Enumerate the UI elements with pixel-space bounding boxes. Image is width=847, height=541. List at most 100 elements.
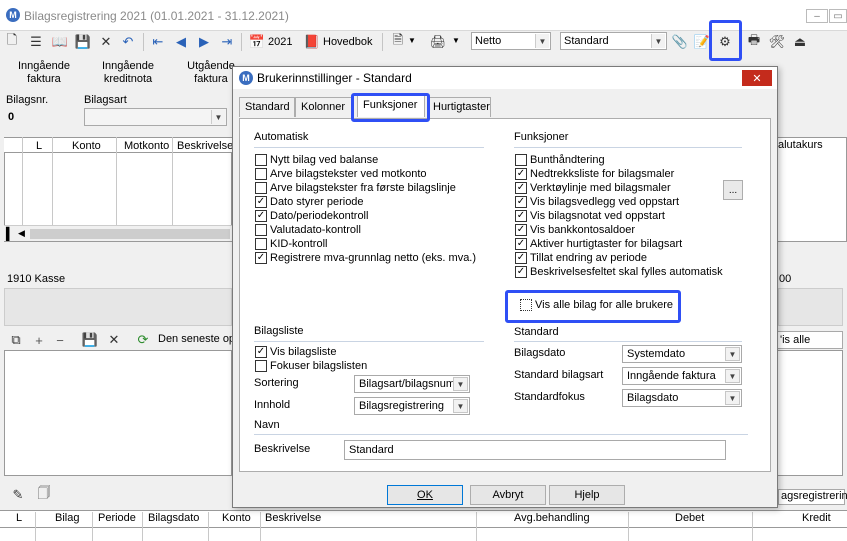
- voucher-list-right: [778, 350, 843, 476]
- tab-standard[interactable]: Standard: [239, 97, 295, 117]
- funksjoner-checkbox-5[interactable]: ✓ Vis bilagsnotat ved oppstart: [515, 210, 665, 222]
- avbryt-button[interactable]: Avbryt: [470, 485, 546, 505]
- info-panel-right: [778, 288, 843, 326]
- tab-kolonner[interactable]: Kolonner: [295, 97, 353, 117]
- add-row-icon[interactable]: ⧉: [8, 332, 24, 348]
- automatisk-heading: Automatisk: [254, 131, 309, 143]
- checkbox-box: [255, 168, 267, 180]
- next-record-icon[interactable]: ▶: [196, 34, 212, 50]
- close-small-icon[interactable]: ✕: [106, 332, 122, 348]
- bilagsart-select[interactable]: ▼: [84, 108, 227, 126]
- vis-bilagsliste-checkbox[interactable]: ✓ Vis bilagsliste: [255, 346, 336, 358]
- attachment-icon[interactable]: 📎: [672, 34, 688, 50]
- dialog-close-button[interactable]: ✕: [742, 70, 772, 86]
- tools-icon[interactable]: 🛠: [769, 34, 786, 50]
- automatisk-checkbox-7[interactable]: KID-kontroll: [255, 238, 327, 250]
- last-record-icon[interactable]: ⇥: [219, 34, 235, 50]
- register-icon[interactable]: ☰: [28, 34, 44, 50]
- year-label: 2021: [268, 36, 293, 48]
- print-options-icon[interactable]: 🖨: [430, 34, 447, 50]
- checkbox-box: ✓: [515, 210, 527, 222]
- horizontal-scrollbar[interactable]: ▍ ◀: [4, 225, 232, 241]
- undo-icon[interactable]: ↶: [120, 34, 136, 50]
- bilagsdato-value: Systemdato: [627, 348, 686, 360]
- grid-divider: [22, 137, 23, 225]
- standard-select[interactable]: Standard ▼: [560, 32, 667, 50]
- maximize-button[interactable]: ▭: [829, 9, 847, 23]
- ok-button[interactable]: OK: [387, 485, 463, 505]
- info-panel: [4, 288, 232, 326]
- funksjoner-checkbox-9[interactable]: ✓ Beskrivelsesfeltet skal fylles automati…: [515, 266, 723, 278]
- hovedbok-button[interactable]: 📕 Hovedbok: [304, 34, 373, 50]
- grid-divider: [52, 137, 53, 225]
- refresh-icon[interactable]: ⟳: [135, 332, 151, 348]
- delete-icon[interactable]: ✕: [98, 34, 114, 50]
- netto-select[interactable]: Netto ▼: [471, 32, 551, 50]
- standard-bilagsart-select[interactable]: Inngående faktura ▼: [622, 367, 742, 385]
- printer-icon[interactable]: 🖶: [746, 32, 762, 50]
- innhold-value: Bilagsregistrering: [359, 400, 444, 412]
- exit-icon[interactable]: ⏏: [792, 34, 808, 50]
- tab-inngaende-faktura[interactable]: Inngående faktura: [12, 60, 76, 86]
- col-avg-behandling: Avg.behandling: [514, 512, 590, 524]
- automatisk-checkbox-4[interactable]: ✓ Dato styrer periode: [255, 196, 364, 208]
- calendar-icon: 📅: [248, 34, 266, 49]
- funksjoner-checkbox-3[interactable]: ✓ Verktøylinje med bilagsmaler: [515, 182, 671, 194]
- automatisk-checkbox-1[interactable]: Nytt bilag ved balanse: [255, 154, 378, 166]
- minus-icon[interactable]: −: [52, 332, 68, 348]
- save-icon[interactable]: 💾: [75, 34, 91, 50]
- funksjoner-checkbox-4[interactable]: ✓ Vis bilagsvedlegg ved oppstart: [515, 196, 679, 208]
- sortering-value: Bilagsart/bilagsnumr: [359, 378, 459, 390]
- tab-utgaende-faktura[interactable]: Utgående faktura: [183, 60, 239, 86]
- funksjoner-checkbox-6[interactable]: ✓ Vis bankkontosaldoer: [515, 224, 635, 236]
- group-divider: [254, 434, 748, 435]
- bottom-right-field[interactable]: agsregistrering: [778, 489, 847, 505]
- plus-icon[interactable]: +: [31, 332, 47, 348]
- automatisk-checkbox-8[interactable]: ✓ Registrere mva-grunnlag netto (eks. mva…: [255, 252, 476, 264]
- minimize-button[interactable]: –: [806, 9, 828, 23]
- checkbox-label: Vis bankkontosaldoer: [530, 224, 635, 236]
- previous-record-icon[interactable]: ◀: [173, 34, 189, 50]
- scroll-left-icon[interactable]: ◀: [18, 228, 25, 239]
- first-record-icon[interactable]: ⇤: [150, 34, 166, 50]
- tab-funksjoner[interactable]: Funksjoner: [357, 95, 425, 117]
- checkbox-label: Vis alle bilag for alle brukere: [535, 299, 673, 311]
- sortering-select[interactable]: Bilagsart/bilagsnumr ▼: [354, 375, 470, 393]
- fokuser-bilagslisten-checkbox[interactable]: Fokuser bilagslisten: [255, 360, 367, 372]
- template-toolbar-more-button[interactable]: ...: [723, 180, 743, 200]
- funksjoner-checkbox-2[interactable]: ✓ Nedtrekksliste for bilagsmaler: [515, 168, 674, 180]
- note-icon[interactable]: 📝: [694, 34, 710, 50]
- funksjoner-checkbox-8[interactable]: ✓ Tillat endring av periode: [515, 252, 647, 264]
- innhold-select[interactable]: Bilagsregistrering ▼: [354, 397, 470, 415]
- beskrivelse-input[interactable]: Standard: [344, 440, 726, 460]
- vis-alle-bilag-checkbox[interactable]: Vis alle bilag for alle brukere: [520, 299, 673, 311]
- ledger-icon: 📕: [303, 34, 321, 49]
- funksjoner-checkbox-1[interactable]: Bunthåndtering: [515, 154, 605, 166]
- bilagsdato-select[interactable]: Systemdato ▼: [622, 345, 742, 363]
- edit-icon[interactable]: ✎: [10, 487, 26, 503]
- automatisk-checkbox-2[interactable]: Arve bilagstekster ved motkonto: [255, 168, 427, 180]
- print-dropdown-icon[interactable]: ▼: [452, 36, 460, 45]
- automatisk-checkbox-5[interactable]: ✓ Dato/periodekontroll: [255, 210, 368, 222]
- report-dropdown-icon[interactable]: ▼: [408, 36, 416, 45]
- tab-inngaende-kreditnota[interactable]: Inngående kreditnota: [96, 60, 160, 86]
- group-divider: [514, 341, 742, 342]
- vis-alle-select[interactable]: 'is alle: [776, 331, 843, 349]
- report-icon[interactable]: 🗎: [390, 32, 406, 50]
- automatisk-checkbox-3[interactable]: Arve bilagstekster fra første bilagslinj…: [255, 182, 456, 194]
- automatisk-checkbox-6[interactable]: Valutadato-kontroll: [255, 224, 361, 236]
- grid-divider: [628, 512, 629, 541]
- new-document-icon[interactable]: 🗋: [4, 32, 20, 50]
- save-small-icon[interactable]: 💾: [82, 332, 98, 348]
- checkbox-label: Nytt bilag ved balanse: [270, 154, 379, 166]
- user-settings-icon[interactable]: ⚙: [717, 34, 733, 50]
- hjelp-button[interactable]: Hjelp: [549, 485, 625, 505]
- funksjoner-checkbox-7[interactable]: ✓ Aktiver hurtigtaster for bilagsart: [515, 238, 682, 250]
- year-button[interactable]: 📅 2021: [248, 34, 293, 50]
- book-icon[interactable]: 📖: [52, 34, 68, 50]
- tab-hurtigtaster[interactable]: Hurtigtaster: [427, 97, 491, 117]
- checkbox-box: [255, 154, 267, 166]
- copy-icon[interactable]: 🗍: [36, 485, 52, 503]
- standardfokus-select[interactable]: Bilagsdato ▼: [622, 389, 742, 407]
- scroll-thumb[interactable]: [30, 229, 230, 239]
